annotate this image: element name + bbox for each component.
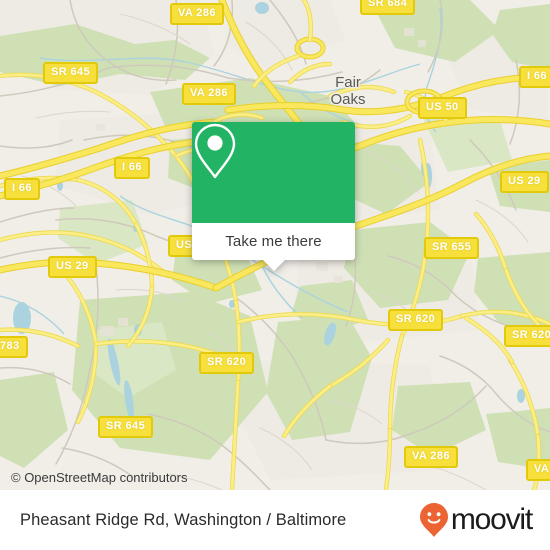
take-me-there-label: Take me there bbox=[225, 233, 322, 250]
road-shield: VA 286 bbox=[182, 83, 236, 105]
road-shield: VA bbox=[526, 459, 550, 481]
moovit-pin-smiley-icon bbox=[419, 503, 448, 537]
moovit-map-screenshot: .grn{fill:#cfe0b5} .grn2{fill:#d9e7c4} .… bbox=[0, 0, 550, 550]
road-shield: US 29 bbox=[48, 256, 97, 278]
place-label: Fair Oaks bbox=[330, 74, 366, 108]
footer-bar: Pheasant Ridge Rd, Washington / Baltimor… bbox=[0, 490, 550, 550]
card-pin-area bbox=[192, 122, 355, 223]
card-pointer bbox=[262, 260, 285, 271]
road-shield: US 50 bbox=[418, 97, 467, 119]
road-shield: VA 286 bbox=[170, 3, 224, 25]
take-me-there-card[interactable]: Take me there bbox=[192, 122, 355, 271]
road-shield: US 29 bbox=[500, 171, 549, 193]
road-shield: SR 620 bbox=[388, 309, 444, 331]
road-shield: SR 645 bbox=[98, 416, 154, 438]
card-action-area[interactable]: Take me there bbox=[192, 223, 355, 260]
osm-attribution[interactable]: © OpenStreetMap contributors bbox=[11, 470, 188, 485]
road-shield: 783 bbox=[0, 336, 28, 358]
road-shield: I 66 bbox=[114, 157, 150, 179]
map-canvas[interactable]: .grn{fill:#cfe0b5} .grn2{fill:#d9e7c4} .… bbox=[0, 0, 550, 490]
road-shield: SR 620 bbox=[199, 352, 255, 374]
road-shield: I 66 bbox=[4, 178, 40, 200]
road-shield: SR 684 bbox=[360, 0, 416, 15]
road-shield: I 66 bbox=[519, 66, 550, 88]
location-title: Pheasant Ridge Rd, Washington / Baltimor… bbox=[20, 510, 347, 529]
road-shield: SR 620 bbox=[504, 325, 550, 347]
road-shield: VA 286 bbox=[404, 446, 458, 468]
road-shield: SR 655 bbox=[424, 237, 480, 259]
moovit-logo[interactable]: moovit bbox=[419, 502, 533, 538]
map-pin-icon bbox=[194, 123, 236, 179]
moovit-wordmark: moovit bbox=[450, 503, 533, 536]
road-shield: SR 645 bbox=[43, 62, 99, 84]
